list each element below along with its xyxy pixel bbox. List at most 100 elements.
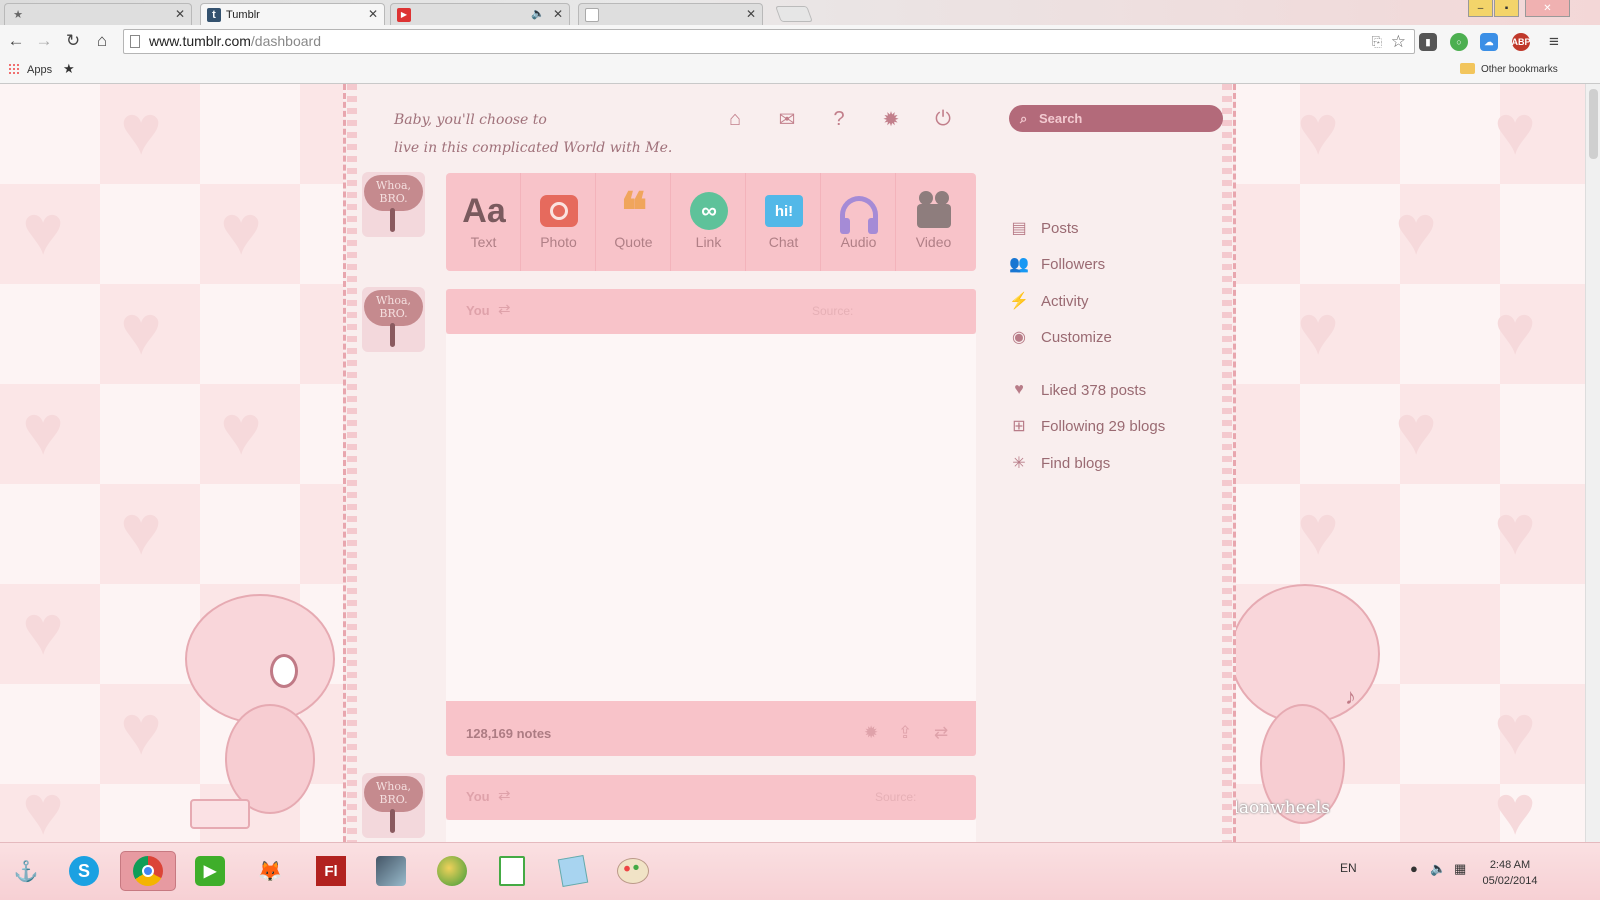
sidebar-item-posts[interactable]: ▤ Posts (1009, 217, 1078, 239)
sidebar-item-likes[interactable]: ♥ Liked 378 posts (1009, 379, 1146, 401)
heart-pattern-icon: ♥ (120, 491, 162, 569)
heart-icon: ♥ (1014, 381, 1024, 398)
gear-icon[interactable]: ✹ (864, 723, 878, 743)
close-tab-icon[interactable]: ✕ (746, 7, 756, 21)
dashboard-column: Baby, you'll choose to live in this comp… (343, 84, 1236, 860)
close-tab-icon[interactable]: ✕ (553, 7, 563, 21)
avatar[interactable]: Whoa, BRO. (362, 172, 425, 237)
tool-app-icon[interactable] (371, 851, 411, 891)
apps-bookmark[interactable]: Apps (27, 64, 52, 76)
sidebar-item-activity[interactable]: ⚡ Activity (1009, 290, 1088, 312)
blog-tagline: Baby, you'll choose to live in this comp… (394, 106, 672, 162)
tab-youtube[interactable]: ▶ 🔈 ✕ (390, 3, 570, 25)
search-input[interactable]: ⌕ Search (1009, 105, 1223, 132)
url-path: /dashboard (250, 33, 321, 49)
post-link-button[interactable]: ∞ Link (671, 173, 746, 271)
post-type-label: Quote (614, 234, 653, 250)
chart-app-icon[interactable] (492, 851, 532, 891)
chrome-app-icon[interactable] (120, 851, 176, 891)
other-bookmarks[interactable]: Other bookmarks (1481, 64, 1558, 75)
post-author[interactable]: You (466, 789, 490, 804)
sidebar-item-find-blogs[interactable]: ✳ Find blogs (1009, 452, 1110, 474)
cloud-icon[interactable]: ☁ (1480, 33, 1498, 51)
skype-app-icon[interactable]: S (64, 851, 104, 891)
post-notes[interactable]: 128,169 notes (466, 726, 551, 741)
tab-bookmarks[interactable]: ★ ✕ (4, 3, 192, 25)
media-player-app-icon[interactable]: ▶ (190, 851, 230, 891)
heart-pattern-icon: ♥ (1494, 771, 1536, 849)
paint-app-icon[interactable] (613, 851, 653, 891)
avatar-text: Whoa, BRO. (364, 290, 423, 326)
heart-pattern-icon: ♥ (1297, 91, 1339, 169)
post-quote-button[interactable]: ❝ Quote (596, 173, 671, 271)
address-bar[interactable]: www.tumblr.com/dashboard ☆ ⎘ (123, 29, 1415, 54)
globe-app-icon[interactable] (432, 851, 472, 891)
tab-strip: ★ ✕ t Tumblr ✕ ▶ 🔈 ✕ ✕ – ▪ ✕ (0, 0, 1600, 25)
extension-icon[interactable]: ○ (1450, 33, 1468, 51)
back-icon[interactable]: ← (5, 30, 27, 52)
post-photo-button[interactable]: Photo (521, 173, 596, 271)
anchor-app-icon[interactable]: ⚓ (6, 851, 46, 891)
tab-label: Tumblr (226, 8, 260, 21)
tray-dot-icon[interactable]: ● (1410, 861, 1418, 876)
chat-icon: hi! (762, 191, 806, 231)
avatar[interactable]: Whoa, BRO. (362, 287, 425, 352)
menu-icon[interactable]: ≡ (1543, 31, 1565, 53)
home-icon[interactable]: ⌂ (91, 30, 113, 52)
close-window-button[interactable]: ✕ (1525, 0, 1570, 17)
chat-icon-glyph: hi! (765, 195, 803, 227)
bookmark-star-icon[interactable]: ☆ (1391, 30, 1406, 53)
reblog-icon[interactable]: ⇄ (934, 723, 948, 743)
extension-page-icon[interactable]: ⎘ (1372, 30, 1382, 53)
power-icon[interactable]: ⏻ (930, 106, 956, 132)
forward-icon[interactable]: → (33, 30, 55, 52)
post-type-label: Video (915, 234, 952, 250)
home-icon[interactable]: ⌂ (722, 106, 748, 132)
post-source[interactable]: Source: (875, 790, 916, 804)
sidebar-item-customize[interactable]: ◉ Customize (1009, 326, 1112, 348)
apps-icon[interactable] (8, 63, 20, 75)
gimp-app-icon[interactable]: 🦊 (250, 851, 290, 891)
customize-icon: ◉ (1012, 329, 1026, 346)
network-icon[interactable]: ▦ (1454, 861, 1466, 877)
sidebar-item-following[interactable]: ⊞ Following 29 blogs (1009, 415, 1165, 437)
page-viewport: ♥ ♥ ♥ ♥ ♥ ♥ ♥ ♥ ♥ ♥ ♥ ♥ ♥ ♥ ♥ ♥ ♥ ♥ ♥ ♥ … (0, 84, 1585, 860)
post-text-button[interactable]: Aa Text (446, 173, 521, 271)
tumblr-icon: t (207, 7, 221, 22)
sidebar-item-followers[interactable]: 👥 Followers (1009, 253, 1105, 275)
reblog-icon: ⇄ (498, 301, 511, 318)
post-source[interactable]: Source: (812, 304, 853, 318)
share-icon[interactable]: ⇪ (898, 723, 912, 743)
star-icon: ★ (13, 9, 23, 21)
heart-pattern-icon: ♥ (1494, 91, 1536, 169)
system-clock[interactable]: 2:48 AM 05/02/2014 (1480, 857, 1540, 889)
post-chat-button[interactable]: hi! Chat (746, 173, 821, 271)
post-video-button[interactable]: Video (896, 173, 971, 271)
mail-icon[interactable]: ✉ (774, 106, 800, 132)
reload-icon[interactable]: ↻ (62, 30, 84, 52)
avatar[interactable]: Whoa, BRO. (362, 773, 425, 838)
gear-icon[interactable]: ✹ (878, 106, 904, 132)
flash-app-icon[interactable]: Fl (311, 851, 351, 891)
extension-icon[interactable]: ▮ (1419, 33, 1437, 51)
star-icon[interactable]: ★ (63, 61, 75, 77)
language-indicator[interactable]: EN (1340, 861, 1357, 875)
maximize-button[interactable]: ▪ (1494, 0, 1519, 17)
minimize-button[interactable]: – (1468, 0, 1493, 17)
close-tab-icon[interactable]: ✕ (368, 7, 378, 21)
post-audio-button[interactable]: Audio (821, 173, 896, 271)
adblock-icon[interactable]: ABP (1512, 33, 1531, 51)
posts-icon: ▤ (1011, 220, 1027, 237)
help-icon[interactable]: ? (826, 106, 852, 132)
scrollbar-thumb[interactable] (1589, 89, 1598, 159)
post-author[interactable]: You (466, 303, 490, 318)
notes-app-icon[interactable] (553, 851, 593, 891)
tab-tumblr[interactable]: t Tumblr ✕ (200, 3, 385, 25)
tab-page[interactable]: ✕ (578, 3, 763, 25)
close-tab-icon[interactable]: ✕ (175, 7, 185, 21)
page-scrollbar[interactable] (1585, 84, 1600, 860)
folder-icon (1460, 63, 1475, 74)
avatar-text: Whoa, BRO. (364, 776, 423, 812)
new-tab-button[interactable] (775, 6, 813, 22)
volume-icon[interactable]: 🔈 (1430, 861, 1446, 877)
